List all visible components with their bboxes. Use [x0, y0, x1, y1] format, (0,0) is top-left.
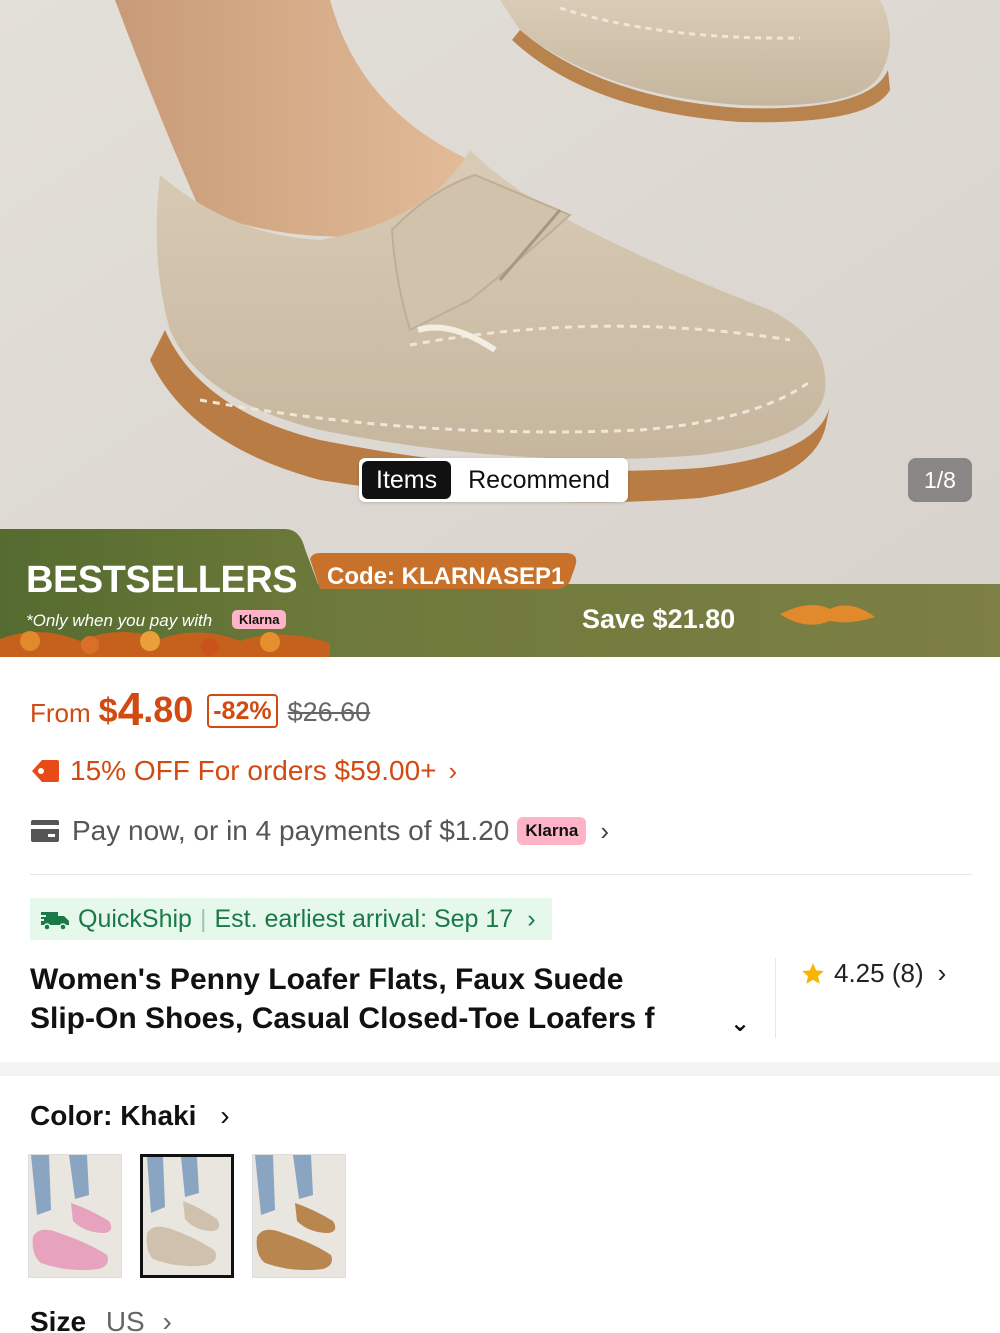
size-selector-label[interactable]: Size US › — [30, 1306, 172, 1333]
image-counter: 1/8 — [908, 458, 972, 502]
promo-code: Code: KLARNASEP1 — [327, 563, 565, 590]
rating-value: 4.25 (8) — [834, 958, 924, 988]
color-swatch-khaki[interactable] — [140, 1154, 234, 1278]
original-price: $26.60 — [287, 697, 371, 727]
rating-chevron-icon: › — [937, 958, 947, 988]
price-row: From $ 4 .80 -82% $26.60 — [30, 686, 370, 732]
quickship-banner[interactable]: QuickShip | Est. earliest arrival: Sep 1… — [30, 898, 552, 940]
star-icon — [802, 962, 824, 984]
vertical-divider — [775, 958, 776, 1038]
price-currency: $ — [98, 692, 118, 730]
banner-title: BESTSELLERS — [26, 559, 298, 601]
color-chevron-icon: › — [220, 1100, 230, 1131]
coupon-offer[interactable]: 15% OFF For orders $59.00+ › — [30, 755, 457, 787]
coupon-text: 15% OFF For orders $59.00+ — [70, 755, 437, 786]
price-from-label: From — [30, 698, 91, 728]
banner-savings: Save $21.80 — [582, 604, 736, 634]
product-title-line1: Women's Penny Loafer Flats, Faux Suede — [30, 963, 624, 996]
section-divider — [0, 1062, 1000, 1076]
discount-badge: -82% — [207, 694, 278, 728]
quickship-separator: | — [199, 904, 207, 933]
size-unit: US — [105, 1306, 145, 1333]
color-swatches — [28, 1154, 346, 1278]
promo-banner[interactable]: BESTSELLERS Code: KLARNASEP1 *Only when … — [0, 529, 1000, 657]
product-title[interactable]: Women's Penny Loafer Flats, Faux Suede S… — [30, 960, 750, 1038]
installment-row[interactable]: Pay now, or in 4 payments of $1.20 Klarn… — [30, 815, 609, 847]
color-label-text: Color: Khaki — [30, 1100, 197, 1131]
tab-items[interactable]: Items — [362, 461, 452, 499]
installment-chevron-icon: › — [600, 815, 609, 846]
expand-chevron-icon[interactable]: ⌄ — [730, 1004, 750, 1043]
color-selector-label[interactable]: Color: Khaki › — [30, 1100, 230, 1132]
coupon-chevron-icon: › — [448, 755, 458, 786]
klarna-badge: Klarna — [232, 610, 287, 629]
installment-text: Pay now, or in 4 payments of $1.20 — [72, 815, 510, 846]
size-chevron-icon: › — [162, 1306, 172, 1333]
card-icon — [31, 820, 59, 842]
swatch-brown-image — [253, 1155, 345, 1277]
price-whole: 4 — [117, 683, 144, 735]
klarna-logo: Klarna — [517, 817, 587, 845]
tab-recommend[interactable]: Recommend — [454, 458, 628, 502]
quickship-chevron-icon: › — [527, 904, 536, 933]
color-swatch-brown[interactable] — [252, 1154, 346, 1278]
banner-condition: *Only when you pay with — [26, 611, 213, 630]
swatch-khaki-image — [143, 1157, 231, 1275]
quickship-label: QuickShip — [78, 904, 192, 933]
size-label-text: Size — [30, 1306, 87, 1333]
delivery-truck-icon — [38, 912, 69, 931]
divider — [30, 874, 972, 875]
color-swatch-pink[interactable] — [28, 1154, 122, 1278]
gallery-tab-switch: Items Recommend — [359, 458, 628, 502]
swatch-pink-image — [29, 1155, 121, 1277]
tag-icon — [32, 760, 59, 782]
price-cents: .80 — [143, 689, 194, 730]
rating-summary[interactable]: 4.25 (8) › — [800, 958, 946, 989]
arrival-estimate: Est. earliest arrival: Sep 17 — [214, 904, 514, 933]
product-title-line2: Slip-On Shoes, Casual Closed-Toe Loafers… — [30, 1002, 655, 1035]
